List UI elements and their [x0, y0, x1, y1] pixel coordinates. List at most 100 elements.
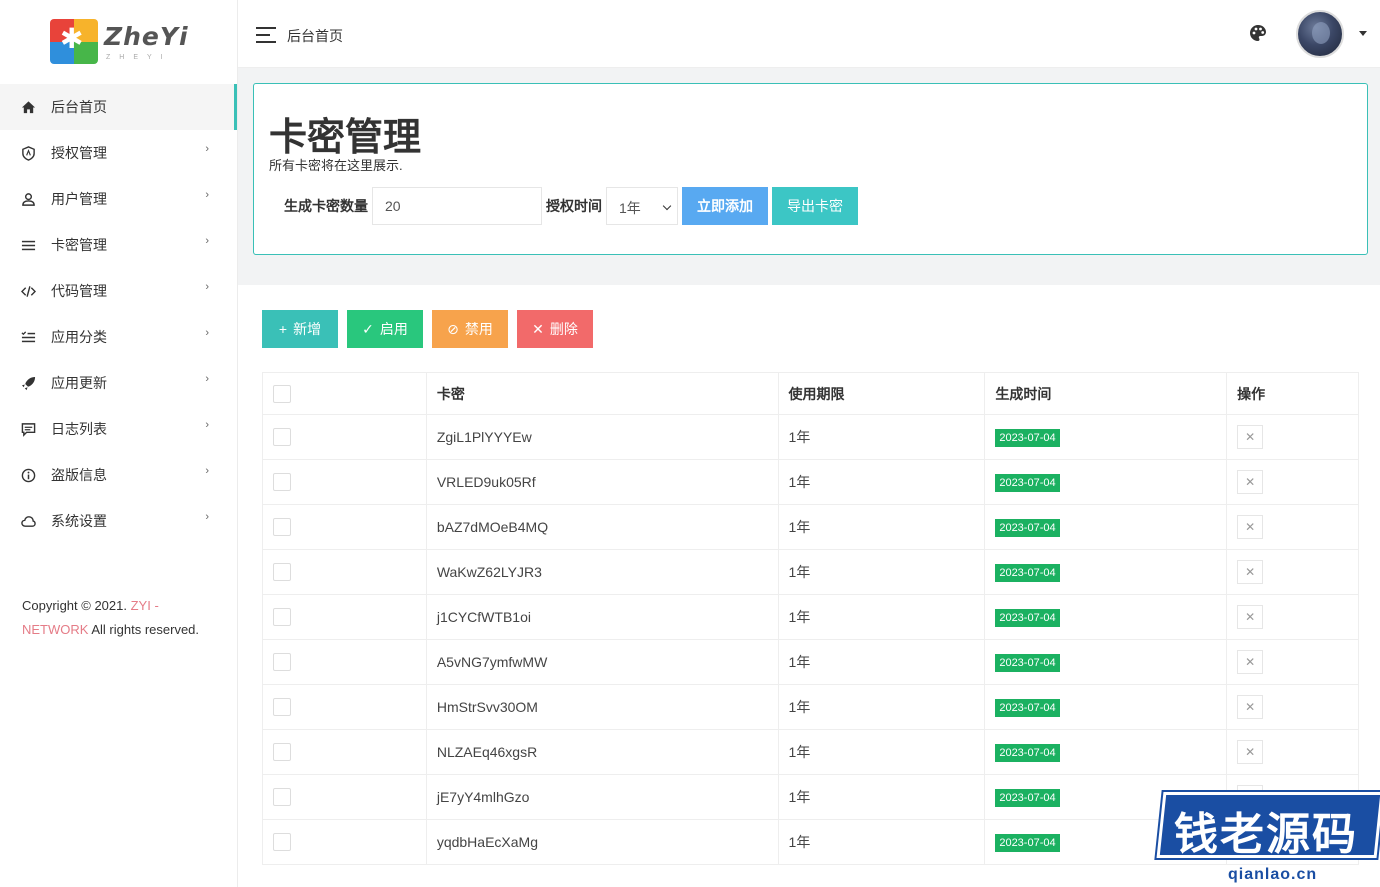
sidebar-item-piracy[interactable]: 盗版信息 › — [0, 452, 237, 498]
sidebar-item-auth[interactable]: 授权管理 › — [0, 130, 237, 176]
card-key-cell: WaKwZ62LYJR3 — [425, 549, 779, 595]
export-cards-button[interactable]: 导出卡密 — [772, 187, 858, 225]
chevron-right-icon: › — [205, 373, 209, 385]
watermark-text: 钱老源码 — [1174, 809, 1358, 860]
delete-row-button[interactable]: ✕ — [1237, 650, 1264, 674]
action-cell: ✕ — [1226, 729, 1359, 775]
row-checkbox[interactable] — [273, 563, 291, 582]
table-row: NLZAEq46xgsR 1年 2023-07-04 ✕ — [262, 729, 1359, 775]
sidebar-item-logs[interactable]: 日志列表 › — [0, 406, 237, 452]
watermark-url: qianlao.cn — [1228, 866, 1318, 883]
disable-button[interactable]: ⊘ 禁用 — [432, 310, 508, 348]
row-checkbox[interactable] — [273, 518, 291, 537]
period-cell: 1年 — [777, 684, 985, 730]
logo[interactable]: ✱ ZheYi ZHEYI — [0, 0, 237, 84]
home-icon — [20, 99, 36, 115]
delete-row-button[interactable]: ✕ — [1237, 605, 1264, 629]
card-key-cell: jE7yY4mlhGzo — [425, 774, 779, 820]
period-cell: 1年 — [777, 549, 985, 595]
message-icon — [20, 421, 36, 437]
row-checkbox[interactable] — [273, 428, 291, 447]
row-select-cell — [262, 774, 427, 820]
user-icon — [20, 191, 36, 207]
delete-button-label: 删除 — [549, 321, 578, 337]
row-checkbox[interactable] — [273, 833, 291, 852]
row-checkbox[interactable] — [273, 698, 291, 717]
delete-row-button[interactable]: ✕ — [1237, 695, 1264, 719]
sidebar-item-settings[interactable]: 系统设置 › — [0, 498, 237, 544]
row-checkbox[interactable] — [273, 473, 291, 492]
palette-icon[interactable] — [1249, 24, 1267, 42]
cloud-icon — [20, 513, 36, 529]
sidebar-item-users[interactable]: 用户管理 › — [0, 176, 237, 222]
delete-row-button[interactable]: ✕ — [1237, 425, 1264, 449]
row-select-cell — [262, 729, 427, 775]
sidebar-item-cards[interactable]: 卡密管理 › — [0, 222, 237, 268]
delete-button[interactable]: ✕ 删除 — [517, 310, 593, 348]
page-header-card: 卡密管理 所有卡密将在这里展示. 生成卡密数量 授权时间 1年 立即添加 导出卡… — [253, 83, 1368, 255]
column-header: 使用期限 — [777, 372, 985, 415]
period-cell: 1年 — [777, 504, 985, 550]
sidebar-item-home[interactable]: 后台首页 — [0, 84, 237, 130]
caret-down-icon[interactable] — [1359, 31, 1367, 36]
chevron-right-icon: › — [205, 143, 209, 155]
period-cell: 1年 — [777, 639, 985, 685]
table-row: VRLED9uk05Rf 1年 2023-07-04 ✕ — [262, 459, 1359, 505]
action-cell: ✕ — [1226, 594, 1359, 640]
action-cell: ✕ — [1226, 414, 1359, 460]
row-select-cell — [262, 414, 427, 460]
card-key-cell: ZgiL1PlYYYEw — [425, 414, 779, 460]
card-key-cell: VRLED9uk05Rf — [425, 459, 779, 505]
code-icon — [20, 283, 36, 299]
delete-row-button[interactable]: ✕ — [1237, 560, 1264, 584]
chevron-right-icon: › — [205, 281, 209, 293]
logo-subtext: ZHEYI — [106, 54, 172, 61]
date-badge: 2023-07-04 — [995, 788, 1060, 807]
table-row: WaKwZ62LYJR3 1年 2023-07-04 ✕ — [262, 549, 1359, 595]
table-row: A5vNG7ymfwMW 1年 2023-07-04 ✕ — [262, 639, 1359, 685]
date-cell: 2023-07-04 — [984, 684, 1227, 730]
copyright-text: Copyright © 2021. — [22, 598, 127, 613]
row-checkbox[interactable] — [273, 743, 291, 762]
enable-button[interactable]: ✓ 启用 — [347, 310, 423, 348]
time-label: 授权时间 — [546, 198, 602, 214]
hamburger-menu-icon[interactable] — [256, 27, 276, 43]
topbar: 后台首页 — [238, 0, 1380, 68]
generate-form: 生成卡密数量 授权时间 1年 立即添加 导出卡密 — [284, 187, 858, 225]
table-row: HmStrSvv30OM 1年 2023-07-04 ✕ — [262, 684, 1359, 730]
row-select-cell — [262, 549, 427, 595]
chevron-right-icon: › — [205, 419, 209, 431]
check-icon: ✓ — [362, 320, 374, 337]
sidebar-item-code[interactable]: 代码管理 › — [0, 268, 237, 314]
date-cell: 2023-07-04 — [984, 504, 1227, 550]
sidebar-item-label: 授权管理 — [51, 145, 107, 161]
sidebar-item-label: 用户管理 — [51, 191, 107, 207]
delete-row-button[interactable]: ✕ — [1237, 740, 1264, 764]
date-cell: 2023-07-04 — [984, 729, 1227, 775]
sidebar-item-updates[interactable]: 应用更新 › — [0, 360, 237, 406]
time-select[interactable]: 1年 — [606, 187, 678, 225]
delete-row-button[interactable]: ✕ — [1237, 470, 1264, 494]
new-button[interactable]: + 新增 — [262, 310, 338, 348]
date-badge: 2023-07-04 — [995, 563, 1060, 582]
row-checkbox[interactable] — [273, 653, 291, 672]
row-checkbox[interactable] — [273, 788, 291, 807]
page-description: 所有卡密将在这里展示. — [269, 158, 403, 173]
date-badge: 2023-07-04 — [995, 428, 1060, 447]
avatar[interactable] — [1296, 10, 1344, 58]
delete-row-button[interactable]: ✕ — [1237, 515, 1264, 539]
new-button-label: 新增 — [293, 321, 322, 337]
table-row: bAZ7dMOeB4MQ 1年 2023-07-04 ✕ — [262, 504, 1359, 550]
row-select-cell — [262, 459, 427, 505]
count-input[interactable] — [372, 187, 542, 225]
count-label: 生成卡密数量 — [284, 198, 368, 214]
period-cell: 1年 — [777, 594, 985, 640]
select-all-checkbox[interactable] — [273, 384, 291, 403]
add-now-button[interactable]: 立即添加 — [682, 187, 768, 225]
sidebar-item-label: 卡密管理 — [51, 237, 107, 253]
rocket-icon — [20, 375, 36, 391]
sidebar-item-categories[interactable]: 应用分类 › — [0, 314, 237, 360]
topbar-title: 后台首页 — [287, 28, 343, 44]
row-checkbox[interactable] — [273, 608, 291, 627]
date-badge: 2023-07-04 — [995, 743, 1060, 762]
